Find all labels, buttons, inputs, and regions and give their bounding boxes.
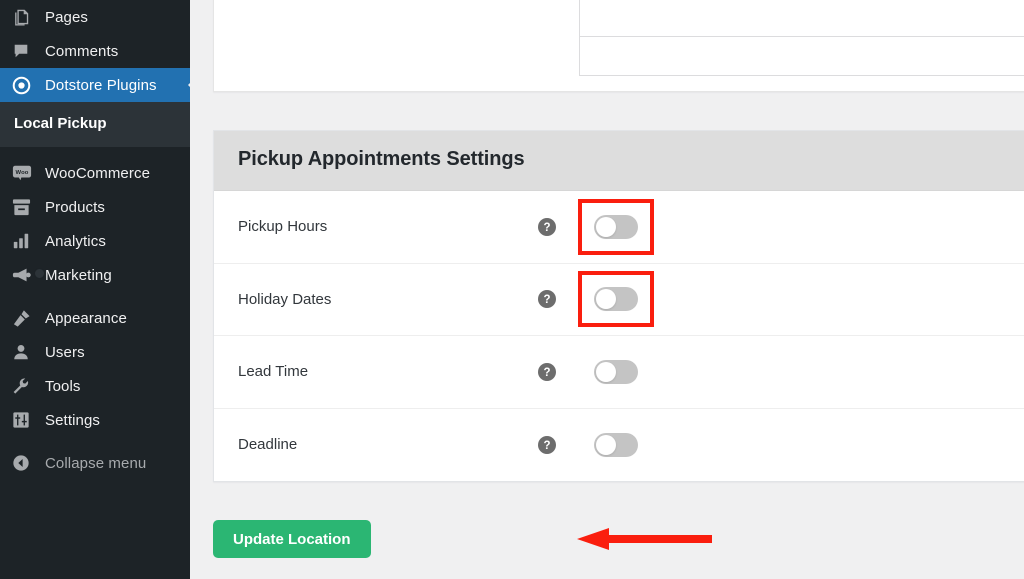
collapse-icon — [12, 453, 38, 473]
sidebar-item-appearance[interactable]: Appearance — [0, 301, 190, 335]
toggle-knob — [596, 289, 616, 310]
help-icon[interactable]: ? — [538, 217, 556, 236]
toggle-container-lead-time — [578, 344, 654, 400]
setting-row-pickup-hours: Pickup Hours ? — [214, 191, 1024, 264]
red-arrow-annotation — [577, 528, 712, 550]
toggle-knob — [596, 361, 616, 382]
toggle-pickup-hours[interactable] — [594, 214, 638, 239]
toggle-lead-time[interactable] — [594, 359, 638, 384]
appearance-icon — [12, 308, 38, 328]
setting-label: Pickup Hours — [238, 218, 328, 236]
tools-icon — [12, 376, 38, 396]
settings-icon — [12, 410, 38, 430]
highlight-box-pickup-hours — [578, 198, 654, 255]
sidebar-submenu: Local Pickup — [0, 102, 190, 147]
pickup-appointments-settings-card: Pickup Appointments Settings Pickup Hour… — [213, 130, 1024, 482]
help-icon[interactable]: ? — [538, 435, 556, 454]
sidebar-divider — [0, 292, 190, 301]
previous-settings-card — [213, 0, 1024, 92]
toggle-holiday-dates[interactable] — [594, 287, 638, 312]
active-menu-arrow — [179, 68, 190, 102]
marketing-icon — [12, 265, 45, 285]
users-icon — [12, 342, 38, 362]
sidebar-item-users[interactable]: Users — [0, 335, 190, 369]
sidebar-item-analytics[interactable]: Analytics — [0, 224, 190, 258]
dotstore-icon — [12, 75, 38, 95]
help-icon[interactable]: ? — [538, 290, 556, 309]
setting-label: Deadline — [238, 436, 298, 454]
toggle-knob — [596, 216, 616, 237]
update-location-button[interactable]: Update Location — [213, 520, 371, 558]
toggle-deadline[interactable] — [594, 432, 638, 457]
sidebar-item-label: Dotstore Plugins — [45, 76, 157, 94]
help-icon[interactable]: ? — [538, 362, 556, 381]
svg-text:?: ? — [543, 440, 550, 452]
collapse-menu-button[interactable]: Collapse menu — [0, 446, 190, 480]
sidebar-item-woocommerce[interactable]: Woo WooCommerce — [0, 156, 190, 190]
top-text-field[interactable] — [579, 36, 1024, 76]
setting-label: Holiday Dates — [238, 290, 332, 308]
sidebar-item-products[interactable]: Products — [0, 190, 190, 224]
sidebar-item-marketing[interactable]: Marketing — [0, 258, 190, 292]
setting-row-holiday-dates: Holiday Dates ? — [214, 264, 1024, 336]
sidebar-item-label: Tools — [45, 377, 81, 395]
setting-row-deadline: Deadline ? — [214, 409, 1024, 482]
svg-text:?: ? — [543, 367, 550, 379]
highlight-box-holiday-dates — [578, 271, 654, 328]
top-card-fields — [579, 0, 1024, 76]
svg-text:Woo: Woo — [16, 170, 29, 176]
sidebar-item-label: Appearance — [45, 309, 127, 327]
sidebar-item-label: Products — [45, 198, 105, 216]
sidebar-item-dotstore-plugins[interactable]: Dotstore Plugins — [0, 68, 190, 102]
admin-sidebar: Pages Comments Dotstore Plugins Local Pi… — [0, 0, 190, 579]
svg-text:?: ? — [543, 294, 550, 306]
sidebar-item-local-pickup[interactable]: Local Pickup — [0, 109, 190, 138]
wordpress-admin-screen: Pages Comments Dotstore Plugins Local Pi… — [0, 0, 1024, 579]
sidebar-item-comments[interactable]: Comments — [0, 34, 190, 68]
svg-text:?: ? — [543, 222, 550, 234]
toggle-knob — [596, 434, 616, 455]
marketing-badge — [34, 268, 45, 279]
sidebar-item-label: Comments — [45, 42, 119, 60]
page-title: Pickup Appointments Settings — [238, 148, 525, 170]
woocommerce-icon: Woo — [12, 163, 38, 183]
sidebar-item-label: Analytics — [45, 232, 106, 250]
sidebar-divider — [0, 147, 190, 156]
sidebar-item-label: WooCommerce — [45, 164, 151, 182]
top-textarea-field[interactable] — [579, 0, 1024, 37]
sidebar-item-tools[interactable]: Tools — [0, 369, 190, 403]
setting-row-lead-time: Lead Time ? — [214, 336, 1024, 409]
setting-label: Lead Time — [238, 363, 309, 381]
sidebar-divider — [0, 437, 190, 446]
sidebar-item-label: Pages — [45, 8, 89, 26]
sidebar-item-label: Settings — [45, 411, 100, 429]
analytics-icon — [12, 231, 38, 251]
products-icon — [12, 197, 38, 217]
toggle-container-deadline — [578, 417, 654, 473]
sidebar-item-label: Users — [45, 343, 85, 361]
card-header: Pickup Appointments Settings — [214, 131, 1024, 191]
sidebar-item-label: Marketing — [45, 266, 112, 284]
collapse-menu-label: Collapse menu — [45, 454, 147, 472]
sidebar-item-settings[interactable]: Settings — [0, 403, 190, 437]
sidebar-item-pages[interactable]: Pages — [0, 0, 190, 34]
comments-icon — [12, 41, 38, 61]
pages-icon — [12, 7, 38, 27]
main-content: Pickup Appointments Settings Pickup Hour… — [190, 0, 1024, 579]
